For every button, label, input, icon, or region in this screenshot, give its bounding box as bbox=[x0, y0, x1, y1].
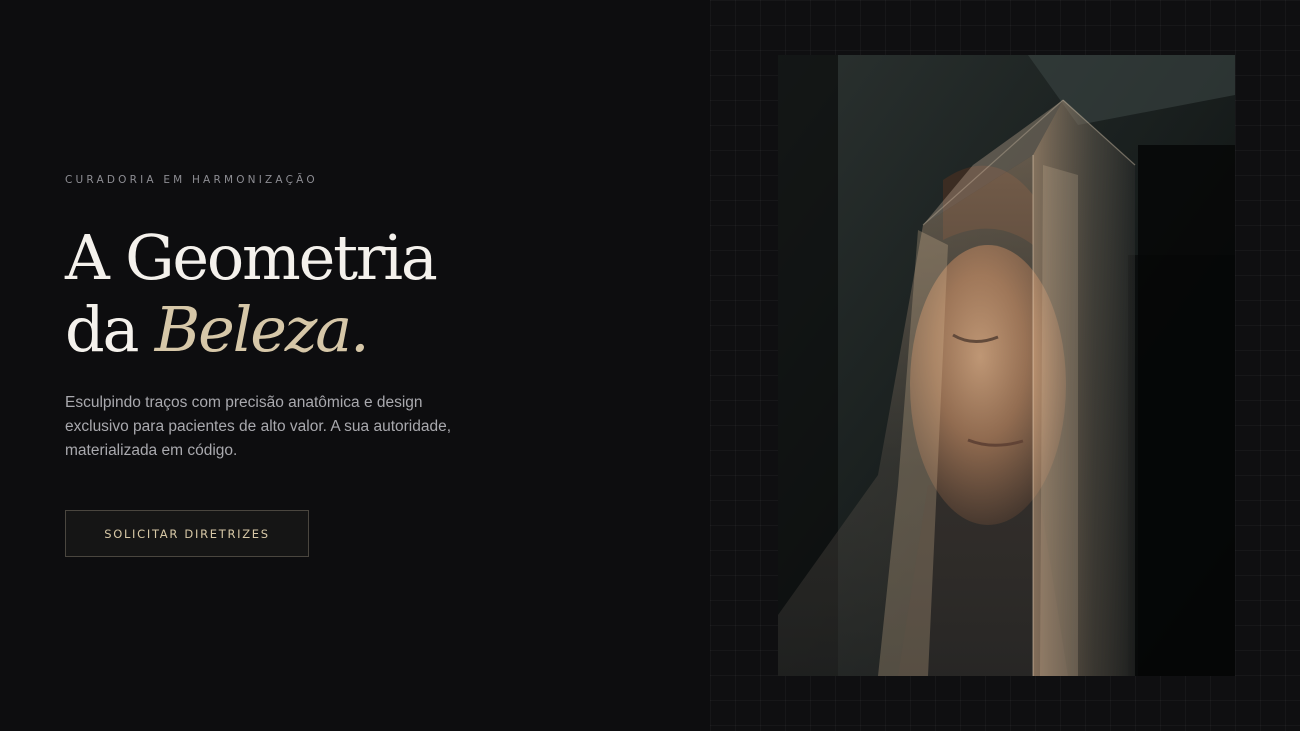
headline-line-1: A Geometria bbox=[65, 221, 438, 294]
headline-accent: Beleza. bbox=[154, 293, 370, 366]
hero-section: CURADORIA EM HARMONIZAÇÃO A Geometria da… bbox=[0, 0, 1300, 731]
portrait-illustration bbox=[778, 55, 1235, 676]
hero-description: Esculpindo traços com precisão anatômica… bbox=[65, 394, 452, 459]
eyebrow-label: CURADORIA EM HARMONIZAÇÃO bbox=[65, 174, 318, 186]
hero-headline: A Geometria da Beleza. bbox=[65, 221, 438, 366]
hero-copy: CURADORIA EM HARMONIZAÇÃO A Geometria da… bbox=[65, 0, 625, 731]
request-guidelines-button[interactable]: SOLICITAR DIRETRIZES bbox=[65, 510, 309, 557]
hero-portrait-image bbox=[778, 55, 1235, 676]
headline-line-2-prefix: da bbox=[65, 293, 155, 366]
